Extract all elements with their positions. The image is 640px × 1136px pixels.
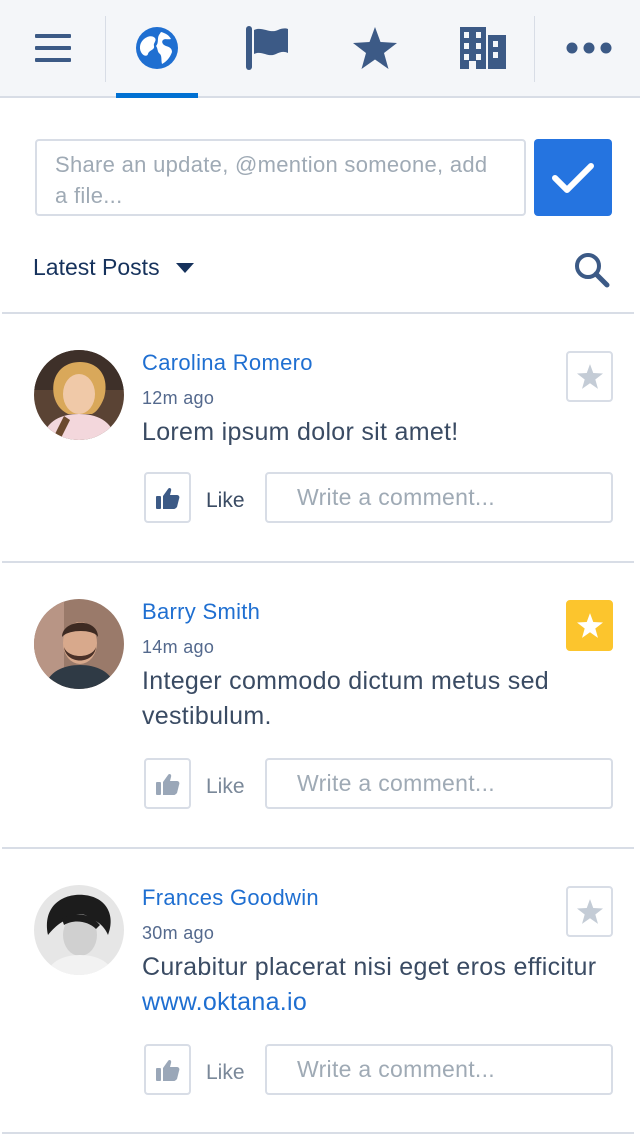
feed-search-button[interactable] — [574, 252, 614, 292]
feed-divider — [2, 1132, 634, 1134]
top-navigation — [0, 0, 640, 98]
post-author-link[interactable]: Frances Goodwin — [142, 885, 319, 911]
nav-accounts-button[interactable] — [442, 0, 524, 96]
favorite-button[interactable] — [566, 886, 613, 937]
like-label[interactable]: Like — [206, 775, 245, 799]
post-body: Curabitur placerat nisi eget eros effici… — [142, 950, 622, 1020]
like-label[interactable]: Like — [206, 489, 245, 513]
thumbs-up-icon — [155, 487, 179, 509]
building-icon — [460, 27, 506, 69]
globe-icon — [136, 27, 178, 69]
nav-flag-button[interactable] — [226, 0, 308, 96]
feed-divider — [2, 847, 634, 849]
share-update-input[interactable]: Share an update, @mention someone, add a… — [35, 139, 526, 216]
nav-divider — [105, 16, 106, 82]
like-button[interactable] — [144, 472, 191, 523]
feed-divider — [2, 561, 634, 563]
like-label[interactable]: Like — [206, 1061, 245, 1085]
comment-placeholder: Write a comment... — [297, 1056, 495, 1082]
post-body-text: Curabitur placerat nisi eget eros effici… — [142, 953, 597, 981]
avatar[interactable] — [34, 885, 124, 975]
more-icon — [566, 42, 612, 54]
checkmark-icon — [552, 162, 594, 193]
nav-active-indicator — [116, 93, 198, 98]
like-button[interactable] — [144, 1044, 191, 1095]
star-icon — [576, 899, 603, 924]
flag-icon — [246, 26, 288, 70]
star-icon — [576, 364, 603, 389]
post-author-link[interactable]: Carolina Romero — [142, 350, 313, 376]
feed-divider — [2, 312, 634, 314]
post-body-text: Integer commodo dictum metus sed vestibu… — [142, 667, 549, 730]
nav-feed-button[interactable] — [116, 0, 198, 96]
avatar[interactable] — [34, 599, 124, 689]
star-icon — [576, 613, 603, 638]
favorite-button[interactable] — [566, 600, 613, 651]
comment-placeholder: Write a comment... — [297, 770, 495, 796]
feed-filter-dropdown[interactable]: Latest Posts — [33, 254, 194, 281]
post-body-text: Lorem ipsum dolor sit amet! — [142, 418, 459, 446]
share-update-placeholder: Share an update, @mention someone, add a… — [55, 152, 488, 208]
menu-icon — [35, 34, 71, 62]
favorite-button[interactable] — [566, 351, 613, 402]
nav-favorites-button[interactable] — [334, 0, 416, 96]
like-button[interactable] — [144, 758, 191, 809]
feed-title: Latest Posts — [33, 254, 160, 280]
thumbs-up-icon — [155, 1059, 179, 1081]
post-timestamp: 30m ago — [142, 923, 215, 943]
avatar[interactable] — [34, 350, 124, 440]
post-timestamp: 12m ago — [142, 388, 215, 408]
nav-more-button[interactable] — [548, 0, 630, 96]
nav-divider — [534, 16, 535, 82]
post-body: Lorem ipsum dolor sit amet! — [142, 415, 622, 450]
post-author-link[interactable]: Barry Smith — [142, 599, 260, 625]
comment-placeholder: Write a comment... — [297, 484, 495, 510]
post-body-link[interactable]: www.oktana.io — [142, 988, 307, 1016]
share-submit-button[interactable] — [534, 139, 612, 216]
comment-input[interactable]: Write a comment... — [265, 758, 613, 809]
post-body: Integer commodo dictum metus sed vestibu… — [142, 664, 622, 734]
search-icon — [575, 253, 610, 288]
thumbs-up-icon — [155, 773, 179, 795]
star-icon — [353, 27, 397, 69]
post-timestamp: 14m ago — [142, 637, 215, 657]
chevron-down-icon — [175, 262, 194, 273]
comment-input[interactable]: Write a comment... — [265, 1044, 613, 1095]
comment-input[interactable]: Write a comment... — [265, 472, 613, 523]
nav-menu-button[interactable] — [10, 0, 96, 96]
